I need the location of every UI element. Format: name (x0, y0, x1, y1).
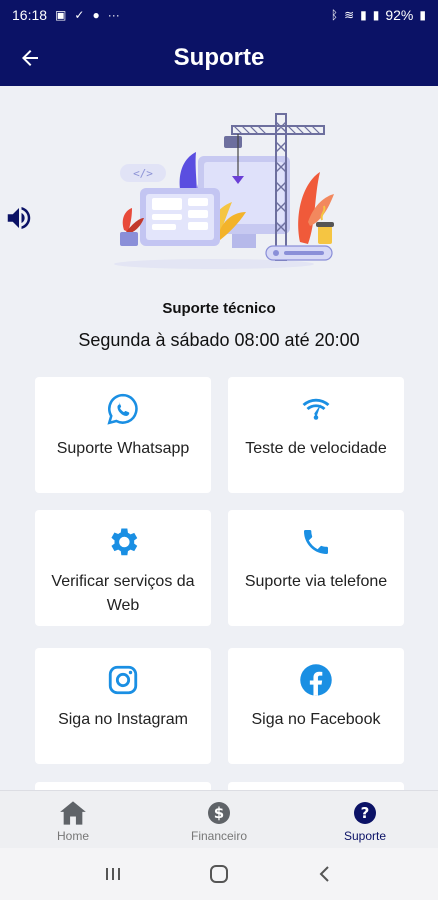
back-system-button[interactable] (305, 854, 345, 894)
card-label: Suporte via telefone (244, 573, 388, 590)
facebook-icon (298, 662, 334, 698)
nav-label: Financeiro (190, 829, 248, 843)
speedtest-icon (298, 391, 334, 427)
card-label: Siga no Facebook (251, 711, 381, 728)
chevron-left-icon (319, 866, 329, 882)
support-title: Suporte técnico (162, 300, 276, 317)
back-button[interactable] (14, 42, 46, 74)
whatsapp-support-card[interactable]: Suporte Whatsapp (35, 377, 211, 493)
globe-icon: ● (92, 8, 100, 22)
nav-suporte[interactable]: ? Suporte (292, 791, 438, 848)
svg-text:?: ? (361, 804, 370, 822)
nav-financeiro[interactable]: $ Financeiro (146, 791, 292, 848)
phone-icon (298, 524, 334, 560)
home-icon (59, 799, 87, 827)
signal-icon-2: ▮ (372, 8, 380, 22)
main-content: </> Suporte técnico Segunda à sábado 08:… (0, 86, 438, 790)
speaker-icon (7, 207, 31, 229)
phone-support-card[interactable]: Suporte via telefone (228, 510, 404, 626)
nav-label: Home (56, 829, 89, 843)
recent-apps-button[interactable] (93, 854, 133, 894)
app-bar: Suporte (0, 30, 438, 86)
web-services-card[interactable]: Verificar serviços da Web (35, 510, 211, 626)
card-partial-left[interactable] (35, 782, 211, 790)
more-icon: ··· (107, 8, 120, 22)
circle-home-icon (210, 865, 228, 883)
arrow-left-icon (22, 50, 38, 66)
speaker-button[interactable] (4, 203, 34, 233)
status-time: 16:18 (12, 7, 48, 23)
gallery-icon: ▣ (55, 8, 67, 22)
card-label: Siga no Instagram (58, 711, 188, 728)
speed-test-card[interactable]: Teste de velocidade (228, 377, 404, 493)
gear-icon (105, 524, 141, 560)
svg-text:</>: </> (133, 167, 153, 180)
check-icon: ✓ (74, 8, 85, 22)
status-bar: 16:18 ▣ ✓ ● ··· ᛒ ≋ ▮ ▮ 92% ▮ (0, 0, 438, 30)
card-label: Verificar serviços da Web (51, 573, 195, 614)
nav-home[interactable]: Home (0, 791, 146, 848)
support-illustration: </> (114, 113, 334, 269)
battery-level: 92% (385, 7, 414, 23)
recent-apps-icon (106, 868, 120, 880)
battery-icon: ▮ (419, 8, 426, 22)
help-icon: ? (351, 799, 379, 827)
whatsapp-icon (105, 391, 141, 427)
card-partial-right[interactable] (228, 782, 404, 790)
card-label: Suporte Whatsapp (56, 440, 190, 457)
instagram-card[interactable]: Siga no Instagram (35, 648, 211, 764)
facebook-card[interactable]: Siga no Facebook (228, 648, 404, 764)
card-label: Teste de velocidade (245, 440, 387, 457)
signal-icon: ▮ (360, 8, 367, 22)
nav-label: Suporte (343, 829, 387, 843)
support-hours: Segunda à sábado 08:00 até 20:00 (78, 330, 360, 350)
svg-text:$: $ (214, 804, 224, 822)
wifi-icon: ≋ (344, 8, 355, 22)
instagram-icon (105, 662, 141, 698)
bluetooth-icon: ᛒ (330, 8, 339, 22)
home-system-button[interactable] (199, 854, 239, 894)
system-navigation (0, 848, 438, 900)
page-title: Suporte (173, 44, 265, 71)
bottom-navigation: Home $ Financeiro ? Suporte (0, 790, 438, 848)
dollar-icon: $ (205, 799, 233, 827)
